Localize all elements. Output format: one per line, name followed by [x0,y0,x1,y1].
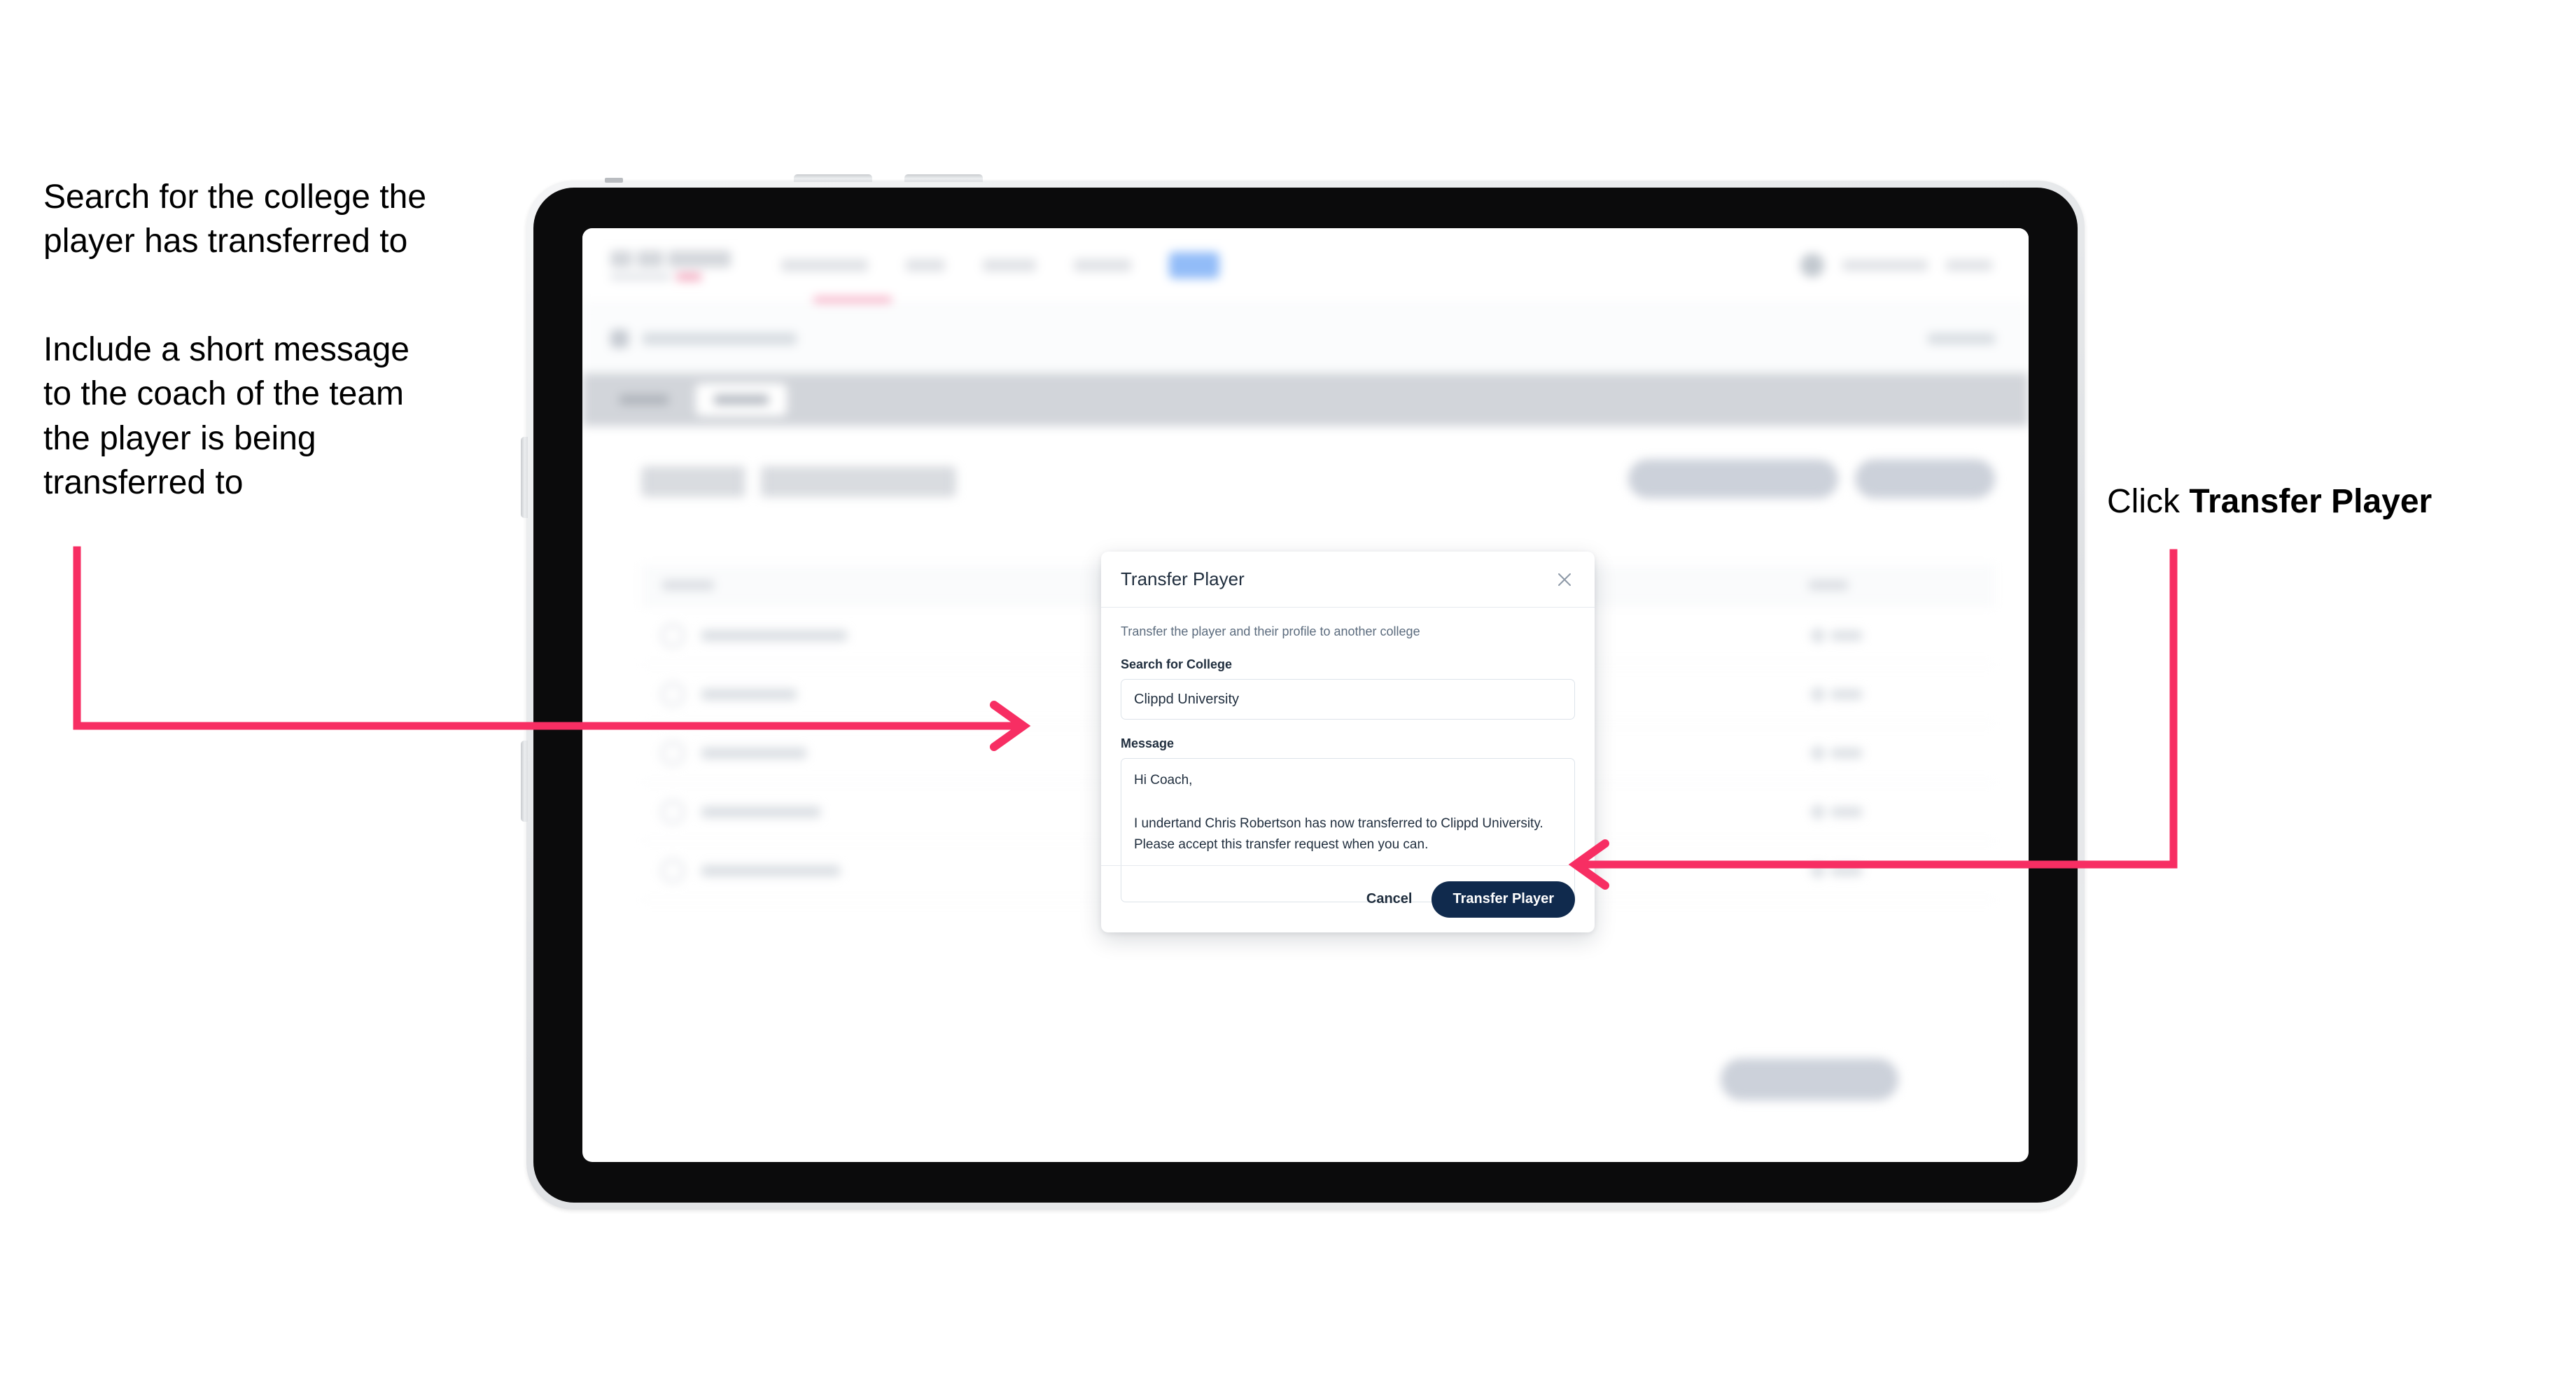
tablet-volume-down-button [904,174,983,182]
row-player-name [701,688,797,700]
dialog-body: Transfer the player and their profile to… [1101,608,1595,909]
tablet-device-frame: Transfer Player Transfer the player and … [521,174,2085,1210]
tablet-volume-up-button [794,174,872,182]
edit-label [1831,689,1862,699]
nav-item-active-pill[interactable] [1169,252,1219,279]
edit-label [1831,748,1862,758]
row-checkbox[interactable] [661,682,685,706]
annotation-click-transfer-player: Click Transfer Player [2107,479,2541,524]
row-checkbox[interactable] [661,623,685,648]
logo-subtitle-bar [610,273,671,280]
row-edit-action[interactable] [1809,685,1862,704]
logo-wordmark [610,250,731,267]
close-icon[interactable] [1553,568,1576,592]
dialog-description: Transfer the player and their profile to… [1121,624,1420,638]
row-player-name [701,864,840,876]
cancel-link[interactable] [1928,332,1995,344]
dialog-header: Transfer Player [1101,552,1595,608]
edit-label [1831,630,1862,640]
app-header-right [1800,253,1992,277]
primary-nav [781,252,1219,279]
page-title [641,466,956,497]
account-email-text [1842,260,1928,271]
page-top-actions [1628,459,1995,498]
pencil-icon [1809,685,1827,704]
transfer-player-submit-button[interactable]: Transfer Player [1432,881,1575,918]
nav-item-2[interactable] [906,259,945,272]
row-checkbox[interactable] [661,799,685,824]
tablet-screen: Transfer Player Transfer the player and … [582,228,2029,1162]
pencil-icon [1809,861,1827,880]
dialog-title: Transfer Player [1121,568,1245,589]
nav-item-4[interactable] [1074,259,1131,272]
annotation-right-bold: Transfer Player [2189,483,2432,520]
nav-active-underline [813,297,892,302]
row-player-name [701,806,820,818]
row-checkbox[interactable] [661,741,685,765]
annotation-search-college: Search for the college the player has tr… [43,178,427,260]
pencil-icon [1809,802,1827,821]
search-college-input[interactable] [1121,679,1575,720]
field-spacer [1121,720,1575,736]
tablet-antenna-line-top [605,178,623,183]
pencil-icon [1809,743,1827,762]
row-checkbox[interactable] [661,858,685,883]
nav-item-1[interactable] [781,259,868,272]
tab-bar [582,373,2029,426]
request-player-transfer-button[interactable] [1628,459,1838,498]
row-edit-action[interactable] [1809,743,1862,762]
pencil-icon [1809,626,1827,645]
row-edit-action[interactable] [1809,861,1862,880]
row-player-name [701,629,847,641]
sign-out-link[interactable] [1946,260,1992,271]
add-player-button[interactable] [1855,459,1995,498]
column-header-name [662,580,714,590]
logo-accent-mark [676,272,701,281]
dialog-footer: Cancel Transfer Player [1101,865,1595,932]
search-college-label: Search for College [1121,657,1233,671]
app-logo [610,250,731,281]
tablet-power-button [521,437,528,518]
tablet-side-button [521,741,528,822]
tab-details[interactable] [602,384,686,416]
annotation-include-message: Include a short message to the coach of … [43,331,410,502]
breadcrumb-bar [582,303,2029,373]
edit-label [1831,806,1862,817]
row-edit-action[interactable] [1809,802,1862,821]
message-label: Message [1121,736,1175,750]
transfer-player-dialog: Transfer Player Transfer the player and … [1101,552,1595,932]
tab-roster[interactable] [696,384,787,416]
logo-subtitle [610,272,731,281]
column-header-edit [1809,580,1848,590]
row-player-name [701,747,806,759]
app-header [582,228,2029,302]
edit-label [1831,865,1862,876]
row-edit-action[interactable] [1809,626,1862,645]
breadcrumb-text [643,332,797,345]
annotation-right-prefix: Click [2107,483,2190,520]
breadcrumb-icon [610,329,629,348]
avatar[interactable] [1800,253,1824,277]
screenshot-canvas: Search for the college the player has tr… [0,0,2576,1386]
save-and-continue-button[interactable] [1721,1058,1898,1100]
nav-item-3[interactable] [983,259,1036,272]
cancel-button[interactable]: Cancel [1366,891,1413,907]
